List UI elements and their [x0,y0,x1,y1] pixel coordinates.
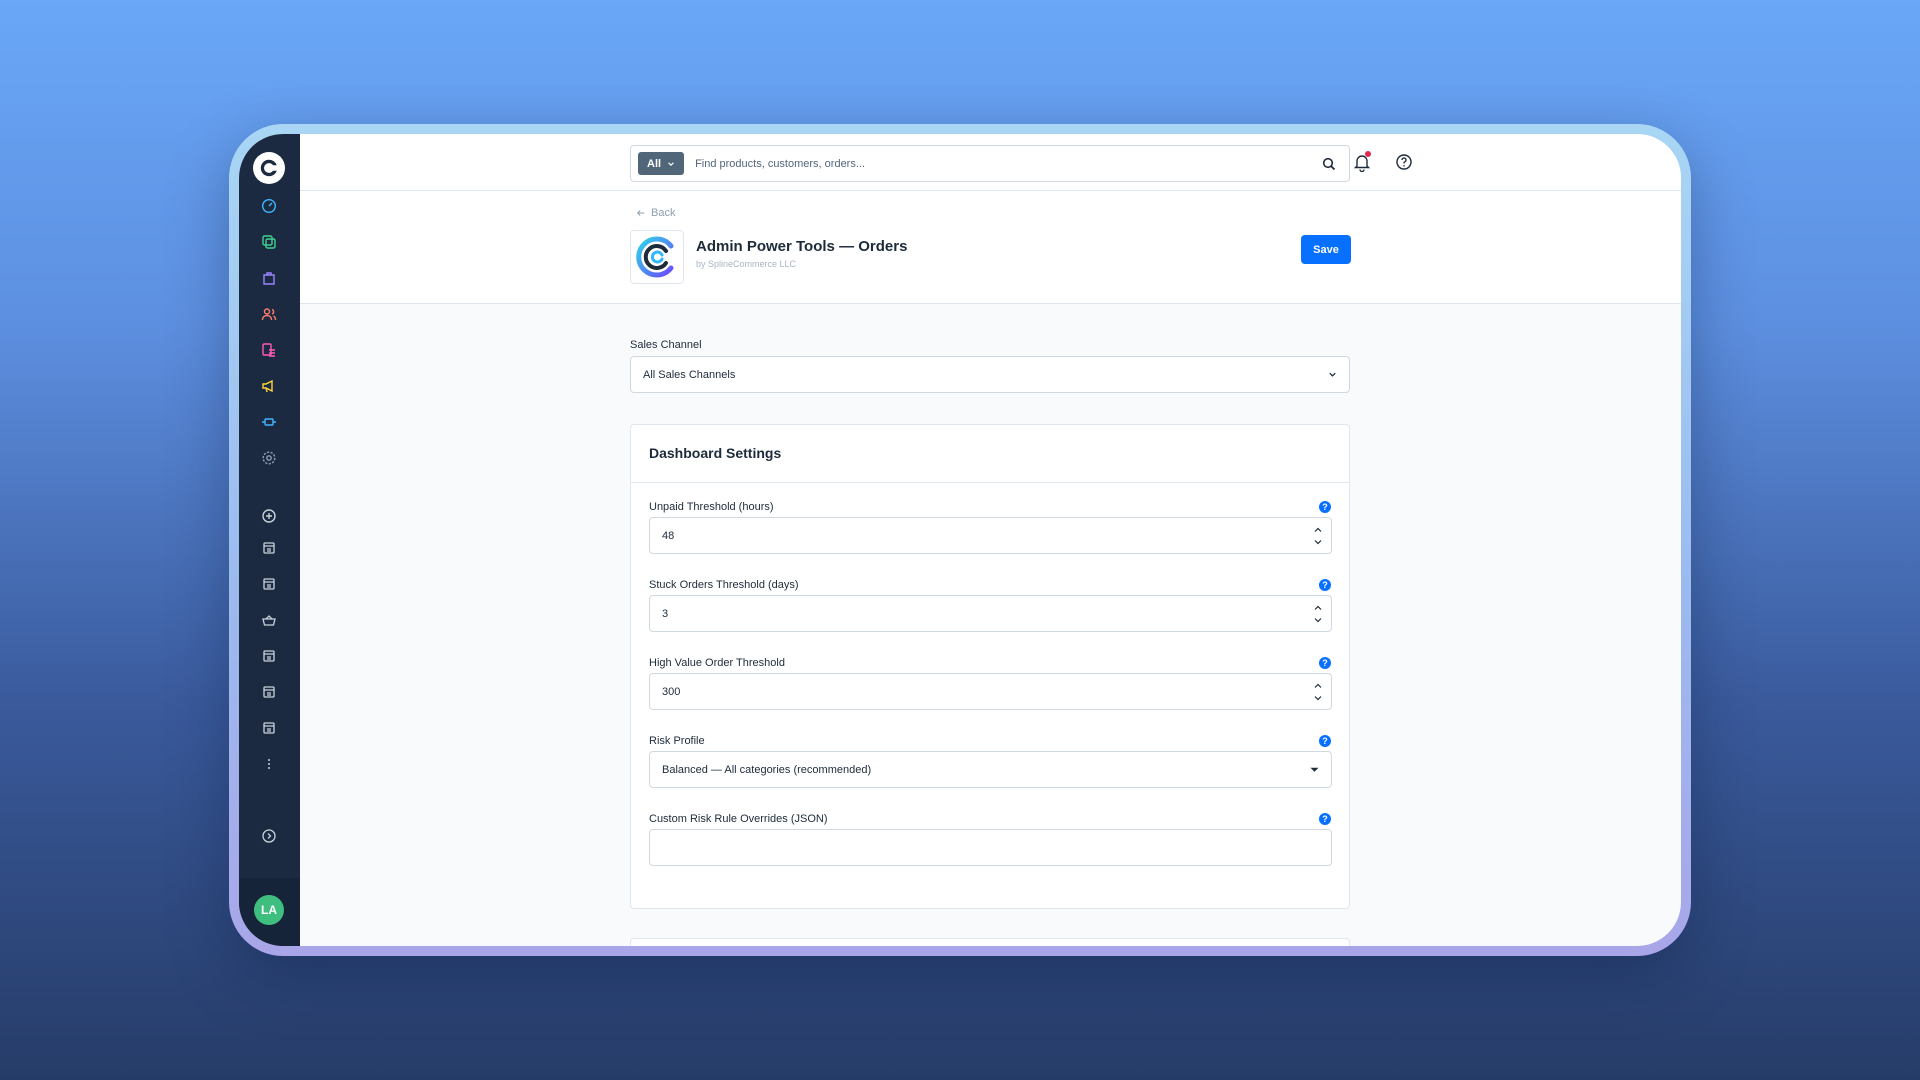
high-value-value: 300 [662,685,681,698]
search-type-dropdown[interactable]: All [638,152,685,175]
unpaid-threshold-label: Unpaid Threshold (hours) [649,501,774,513]
custom-rules-label: Custom Risk Rule Overrides (JSON) [649,813,828,825]
chevron-down-icon[interactable] [1313,693,1323,703]
search-type-label: All [647,157,662,170]
dashboard-icon[interactable] [259,196,279,216]
custom-rules-input[interactable] [649,829,1332,866]
chevron-up-icon[interactable] [1313,603,1323,613]
high-value-input[interactable]: 300 [649,673,1332,710]
brand-logo-icon[interactable] [253,152,285,184]
card-title: Dashboard Settings [631,425,1349,483]
basket-icon[interactable] [259,610,279,630]
help-icon[interactable]: ? [1319,813,1331,825]
chevron-down-icon[interactable] [1313,537,1323,547]
sales-channel-value: All Sales Channels [643,368,736,381]
sales-channel-select[interactable]: All Sales Channels [630,356,1350,393]
help-icon[interactable] [1394,152,1414,172]
app-logo-icon [630,230,684,284]
stuck-orders-label: Stuck Orders Threshold (days) [649,579,799,591]
risk-profile-select[interactable]: Balanced — All categories (recommended) [649,751,1332,788]
app-icon[interactable] [259,682,279,702]
sales-channel-label: Sales Channel [630,339,702,351]
more-icon[interactable] [259,754,279,774]
admin-window: LA All Back [239,134,1681,946]
help-icon[interactable]: ? [1319,735,1331,747]
search-icon[interactable] [1321,156,1337,172]
stuck-orders-value: 3 [662,607,669,620]
page-title: Admin Power Tools — Orders [696,238,908,255]
notification-badge [1365,151,1371,157]
chevron-up-icon[interactable] [1313,681,1323,691]
help-icon[interactable]: ? [1319,579,1331,591]
save-button[interactable]: Save [1301,235,1351,264]
back-link[interactable]: Back [636,207,675,219]
chevron-down-icon [1329,372,1336,377]
catalog-icon[interactable] [259,268,279,288]
next-settings-card [630,938,1350,946]
high-value-label: High Value Order Threshold [649,657,785,669]
add-icon[interactable] [259,506,279,526]
content-icon[interactable] [259,340,279,360]
dashboard-settings-card: Dashboard Settings Unpaid Threshold (hou… [630,424,1350,909]
sidebar: LA [239,134,300,946]
number-stepper[interactable] [1305,518,1331,553]
chevron-down-icon[interactable] [1313,615,1323,625]
number-stepper[interactable] [1305,596,1331,631]
unpaid-threshold-input[interactable]: 48 [649,517,1332,554]
risk-profile-value: Balanced — All categories (recommended) [662,763,872,776]
arrow-left-icon [636,210,645,216]
caret-down-icon [1310,767,1319,772]
settings-icon[interactable] [259,448,279,468]
app-icon[interactable] [259,718,279,738]
marketing-icon[interactable] [259,376,279,396]
unpaid-threshold-value: 48 [662,529,675,542]
help-icon[interactable]: ? [1319,501,1331,513]
app-icon[interactable] [259,538,279,558]
risk-profile-label: Risk Profile [649,735,705,747]
app-icon[interactable] [259,646,279,666]
back-label: Back [651,207,676,219]
orders-icon[interactable] [259,232,279,252]
extensions-icon[interactable] [259,412,279,432]
search-input[interactable] [684,157,1321,170]
chevron-up-icon[interactable] [1313,525,1323,535]
app-icon[interactable] [259,574,279,594]
customers-icon[interactable] [259,304,279,324]
help-icon[interactable]: ? [1319,657,1331,669]
stuck-orders-input[interactable]: 3 [649,595,1332,632]
page-header: Back Admin Power Tools — Orders by Splin… [300,191,1681,304]
avatar[interactable]: LA [254,895,284,925]
global-search: All [630,145,1350,182]
top-bar: All [300,134,1681,191]
number-stepper[interactable] [1305,674,1331,709]
bell-icon[interactable] [1352,151,1372,173]
collapse-icon[interactable] [259,826,279,846]
chevron-down-icon [668,161,674,166]
app-vendor: by SplineCommerce LLC [696,259,797,269]
main-content: All Back [300,134,1681,946]
